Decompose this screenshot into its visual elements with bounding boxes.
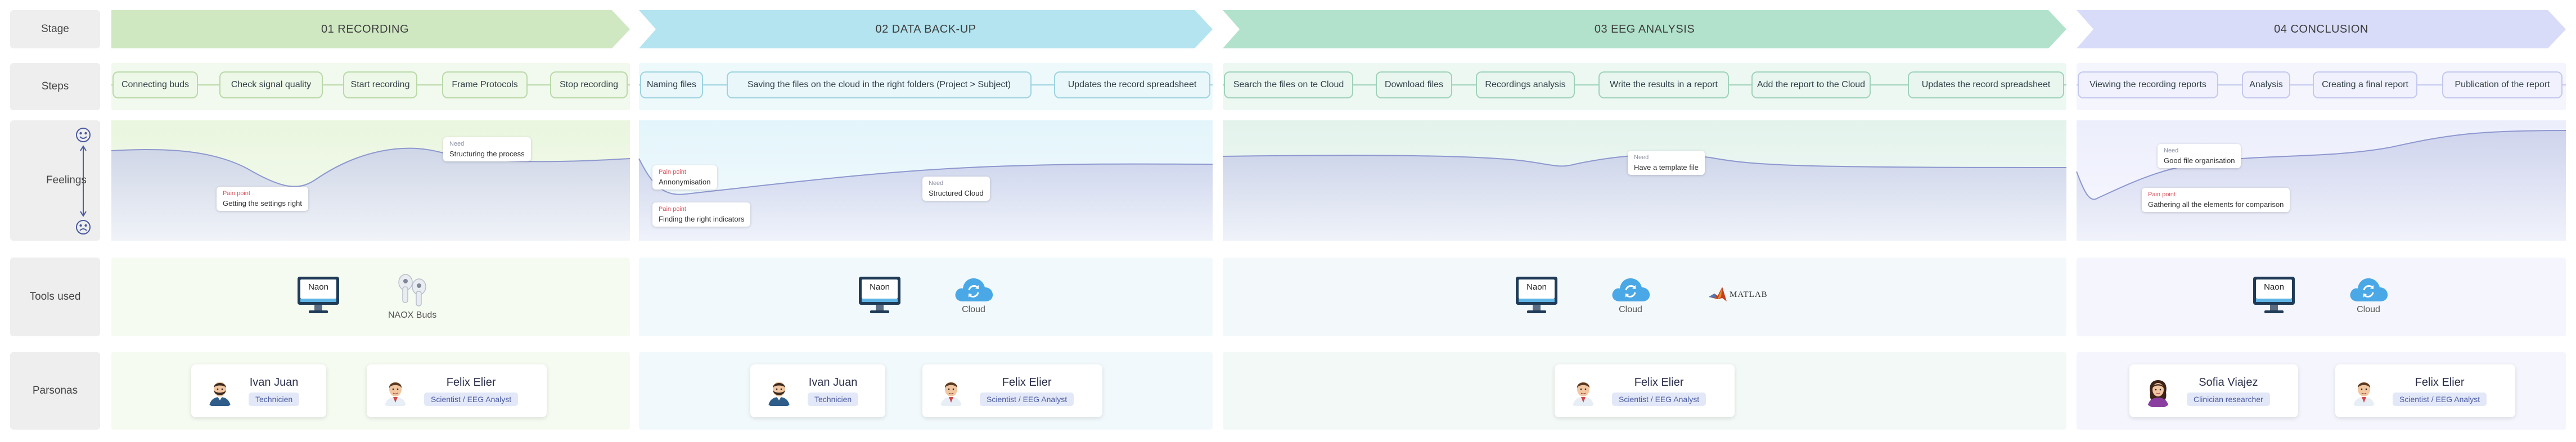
note-text: Getting the settings right — [223, 199, 302, 208]
cloud-sync-icon — [2350, 278, 2388, 301]
feelings-fill-recording — [111, 148, 630, 241]
tool-naon-monitor: Naon — [2252, 276, 2296, 315]
tool-naox-buds: NAOX Buds — [388, 270, 436, 321]
note-kind: Need — [2164, 147, 2179, 154]
persona-name: Sofia Viajez — [2199, 376, 2258, 389]
tool-naon-monitor: Naon — [1515, 276, 1559, 315]
naon-label: Naon — [1526, 282, 1547, 292]
pain-point-note: Pain point Finding the right indicators — [652, 202, 751, 227]
persona-role: Technicien — [808, 392, 859, 406]
monitor-icon — [1516, 277, 1557, 313]
persona-name: Felix Elier — [2415, 376, 2465, 389]
note-text: Finding the right indicators — [659, 215, 745, 223]
tools-bg-recording — [111, 258, 630, 336]
tools-bg-conclusion — [2077, 258, 2566, 336]
note-text: Have a template file — [1634, 163, 1699, 172]
earbuds-icon — [398, 274, 426, 306]
need-note: Need Good file organisation — [2158, 144, 2241, 168]
pain-point-note: Pain point Getting the settings right — [217, 187, 308, 211]
tools-bg-backup — [639, 258, 1213, 336]
note-kind: Need — [449, 141, 465, 147]
persona-name: Felix Elier — [1002, 376, 1052, 389]
matlab-label: MATLAB — [1730, 290, 1768, 299]
persona-role: Clinician researcher — [2187, 392, 2270, 406]
persona-role: Scientist / EEG Analyst — [2393, 392, 2487, 406]
persona-card-felix: Felix Elier Scientist / EEG Analyst — [922, 364, 1102, 417]
note-text: Good file organisation — [2164, 156, 2235, 165]
note-text: Structured Cloud — [929, 189, 984, 197]
persona-role: Scientist / EEG Analyst — [424, 392, 519, 406]
avatar-man-icon — [2347, 373, 2381, 408]
persona-card-felix: Felix Elier Scientist / EEG Analyst — [2335, 364, 2515, 417]
naon-label: Naon — [308, 282, 328, 292]
avatar-man-icon — [378, 373, 413, 408]
monitor-icon — [859, 277, 900, 313]
naon-label: Naon — [870, 282, 890, 292]
cloud-sync-icon — [1612, 278, 1650, 301]
persona-card-ivan: Ivan Juan Technicien — [191, 364, 326, 417]
persona-name: Ivan Juan — [249, 376, 299, 389]
persona-name: Felix Elier — [446, 376, 496, 389]
persona-name: Felix Elier — [1634, 376, 1684, 389]
tool-matlab: MATLAB — [1708, 285, 1768, 305]
naox-buds-label: NAOX Buds — [388, 310, 437, 320]
naon-label: Naon — [2264, 282, 2284, 292]
need-note: Need Structured Cloud — [922, 177, 990, 201]
pain-point-note: Pain point Gathering all the elements for… — [2142, 188, 2290, 212]
note-kind: Pain point — [2148, 191, 2176, 198]
note-kind: Need — [1634, 154, 1649, 161]
note-text: Structuring the process — [449, 150, 525, 158]
avatar-woman-icon — [2141, 373, 2176, 408]
persona-card-felix: Felix Elier Scientist / EEG Analyst — [1555, 364, 1735, 417]
persona-role: Scientist / EEG Analyst — [1612, 392, 1706, 406]
tool-cloud: Cloud — [1610, 274, 1651, 315]
need-note: Need Structuring the process — [443, 137, 531, 161]
avatar-man-icon — [934, 373, 969, 408]
matlab-logo-icon — [1709, 287, 1727, 301]
note-kind: Pain point — [223, 190, 250, 197]
persona-name: Ivan Juan — [808, 376, 858, 389]
note-kind: Pain point — [659, 206, 686, 213]
monitor-icon — [2253, 277, 2295, 313]
cloud-label: Cloud — [2357, 305, 2380, 314]
note-kind: Need — [929, 180, 944, 187]
avatar-man-icon — [762, 373, 796, 408]
tool-naon-monitor: Naon — [858, 276, 902, 315]
persona-card-felix: Felix Elier Scientist / EEG Analyst — [367, 364, 547, 417]
persona-card-sofia: Sofia Viajez Clinician researcher — [2129, 364, 2298, 417]
persona-role: Technicien — [249, 392, 300, 406]
note-text: Annonymisation — [659, 178, 711, 186]
cloud-sync-icon — [955, 278, 993, 301]
pain-point-note: Pain point Annonymisation — [652, 165, 717, 190]
persona-card-ivan: Ivan Juan Technicien — [750, 364, 885, 417]
need-note: Need Have a template file — [1628, 151, 1705, 175]
persona-role: Scientist / EEG Analyst — [980, 392, 1074, 406]
tool-naon-monitor: Naon — [296, 276, 340, 315]
monitor-icon — [298, 277, 339, 313]
avatar-man-icon — [202, 373, 237, 408]
tool-cloud: Cloud — [2348, 274, 2389, 315]
cloud-label: Cloud — [962, 305, 985, 314]
avatar-man-icon — [1566, 373, 1601, 408]
tool-cloud: Cloud — [953, 274, 994, 315]
note-text: Gathering all the elements for compariso… — [2148, 200, 2284, 209]
cloud-label: Cloud — [1619, 305, 1642, 314]
note-kind: Pain point — [659, 169, 686, 175]
